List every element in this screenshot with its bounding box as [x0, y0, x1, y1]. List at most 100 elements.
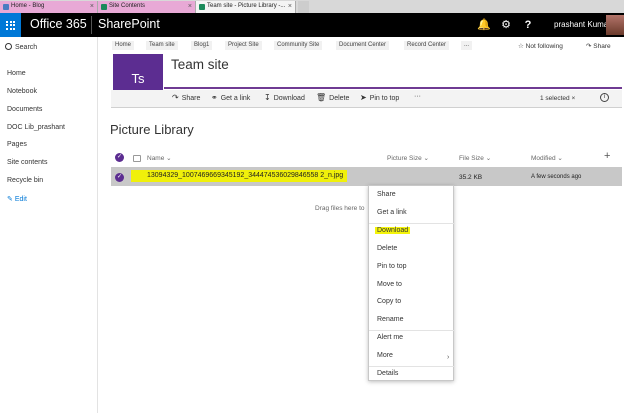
site-nav-community-site[interactable]: Community Site [274, 41, 323, 50]
share-command-label: Share [181, 95, 201, 102]
gear-icon[interactable]: ⚙ [494, 13, 518, 37]
modified-header-label: Modified [531, 155, 556, 162]
search-icon [5, 43, 12, 50]
site-nav-record-center[interactable]: Record Center [404, 41, 450, 50]
help-icon[interactable]: ? [516, 13, 540, 37]
menu-item-delete[interactable]: Delete [377, 245, 397, 252]
menu-item-alert-me[interactable]: Alert me [377, 334, 403, 341]
site-nav-home[interactable]: Home [112, 41, 135, 50]
column-header-name[interactable]: Name ⌄ [147, 154, 172, 162]
tab-close-icon[interactable]: × [288, 1, 292, 12]
info-pane-icon[interactable]: i [600, 93, 609, 102]
more-commands-button[interactable]: ··· [414, 93, 421, 100]
page-favicon-icon [3, 4, 9, 10]
delete-label: Delete [329, 95, 350, 102]
trash-icon: 🗑 [316, 93, 327, 102]
menu-item-share[interactable]: Share [377, 191, 396, 198]
clear-selection-icon[interactable]: × [571, 95, 575, 102]
menu-item-get-a-link[interactable]: Get a link [377, 209, 407, 216]
selected-label: 1 selected [540, 95, 570, 102]
column-header-modified[interactable]: Modified ⌄ [531, 154, 563, 162]
nav-item-documents[interactable]: Documents [7, 106, 42, 113]
site-nav-document-center[interactable]: Document Center [336, 41, 390, 50]
menu-divider [369, 366, 455, 367]
browser-tab-picture-library[interactable]: Team site - Picture Library -... × [196, 1, 296, 13]
get-link-command-button[interactable]: ⚭ Get a link [211, 93, 250, 102]
suite-bar: Office 365 SharePoint 🔔 ⚙ ? prashant Kum… [0, 13, 624, 37]
search-box[interactable]: Search [5, 43, 37, 51]
tab-label: Team site - Picture Library -... [207, 3, 286, 9]
site-nav-blog1[interactable]: Blog1 [191, 41, 213, 50]
menu-divider [369, 330, 455, 331]
menu-item-more[interactable]: More [377, 352, 393, 359]
share-site-button[interactable]: ↷ Share [586, 42, 611, 50]
share-command-button[interactable]: ↷ Share [172, 93, 200, 102]
chevron-right-icon: › [447, 354, 450, 361]
tab-label: Site Contents [109, 3, 146, 9]
download-icon: ↧ [264, 93, 271, 102]
picture-size-header-label: Picture Size [387, 155, 422, 162]
add-column-icon[interactable]: + [604, 150, 610, 162]
tab-close-icon[interactable]: × [188, 1, 192, 12]
page-favicon-icon [101, 4, 107, 10]
context-menu: Share Get a link Download Delete Pin to … [368, 185, 455, 381]
get-link-label: Get a link [220, 95, 251, 102]
site-title[interactable]: Team site [171, 57, 229, 72]
site-nav-team-site[interactable]: Team site [146, 41, 178, 50]
menu-divider [369, 223, 455, 224]
name-header-label: Name [147, 155, 165, 162]
star-icon: ☆ [518, 43, 524, 50]
header-accent-line [164, 87, 622, 89]
pin-to-top-command-button[interactable]: ➤ Pin to top [360, 93, 399, 102]
select-all-checkbox[interactable]: ✓ [115, 153, 124, 162]
nav-item-notebook[interactable]: Notebook [7, 88, 37, 95]
menu-item-rename[interactable]: Rename [377, 316, 403, 323]
sharepoint-app-name[interactable]: SharePoint [98, 17, 160, 31]
menu-item-details[interactable]: Details [377, 370, 398, 377]
new-tab-button[interactable] [298, 1, 309, 13]
menu-item-move-to[interactable]: Move to [377, 281, 402, 288]
library-title: Picture Library [110, 122, 194, 137]
nav-item-home[interactable]: Home [7, 70, 26, 77]
nav-item-doc-lib-prashant[interactable]: DOC Lib_prashant [7, 124, 65, 131]
browser-tab-site-contents[interactable]: Site Contents × [98, 1, 196, 13]
browser-tab-strip: Home - Blog × Site Contents × Team site … [0, 0, 624, 13]
row-checkbox[interactable]: ✓ [115, 173, 124, 182]
nav-item-pages[interactable]: Pages [7, 141, 27, 148]
app-launcher-waffle-icon[interactable] [0, 13, 21, 37]
column-header-picture-size[interactable]: Picture Size ⌄ [387, 154, 429, 162]
download-label: Download [273, 95, 305, 102]
file-size-cell: 35.2 KB [459, 174, 483, 181]
share-icon: ↷ [172, 93, 179, 102]
site-nav-project-site[interactable]: Project Site [225, 41, 262, 50]
chevron-down-icon: ⌄ [557, 155, 563, 162]
file-type-icon [133, 155, 141, 162]
download-command-button[interactable]: ↧ Download [264, 93, 305, 102]
avatar[interactable] [606, 15, 624, 35]
menu-item-copy-to[interactable]: Copy to [377, 298, 401, 305]
nav-item-site-contents[interactable]: Site contents [7, 159, 47, 166]
column-header-file-size[interactable]: File Size ⌄ [459, 154, 491, 162]
share-icon: ↷ [586, 43, 592, 50]
edit-links-button[interactable]: ✎ Edit [7, 195, 27, 203]
follow-label: Not following [525, 43, 563, 50]
user-name[interactable]: prashant Kumar [554, 20, 611, 29]
delete-command-button[interactable]: 🗑 Delete [316, 93, 349, 102]
share-label: Share [593, 43, 611, 50]
chevron-down-icon: ⌄ [485, 155, 492, 162]
selection-count[interactable]: 1 selected × [540, 95, 575, 102]
office-365-brand[interactable]: Office 365 [30, 17, 87, 31]
bell-icon[interactable]: 🔔 [472, 13, 496, 37]
file-size-header-label: File Size [459, 155, 484, 162]
menu-item-download[interactable]: Download [375, 227, 411, 234]
file-name-link[interactable]: 13094329_1007469669345192_34447453602984… [131, 170, 348, 182]
follow-button[interactable]: ☆ Not following [518, 42, 563, 50]
divider [91, 16, 92, 34]
pencil-icon: ✎ [7, 196, 13, 203]
chevron-down-icon: ⌄ [423, 155, 429, 162]
menu-item-pin-to-top[interactable]: Pin to top [377, 263, 407, 270]
site-nav-more[interactable]: ... [461, 41, 473, 50]
browser-tab-home-blog[interactable]: Home - Blog × [0, 1, 98, 13]
tab-close-icon[interactable]: × [90, 1, 94, 12]
nav-item-recycle-bin[interactable]: Recycle bin [7, 177, 43, 184]
